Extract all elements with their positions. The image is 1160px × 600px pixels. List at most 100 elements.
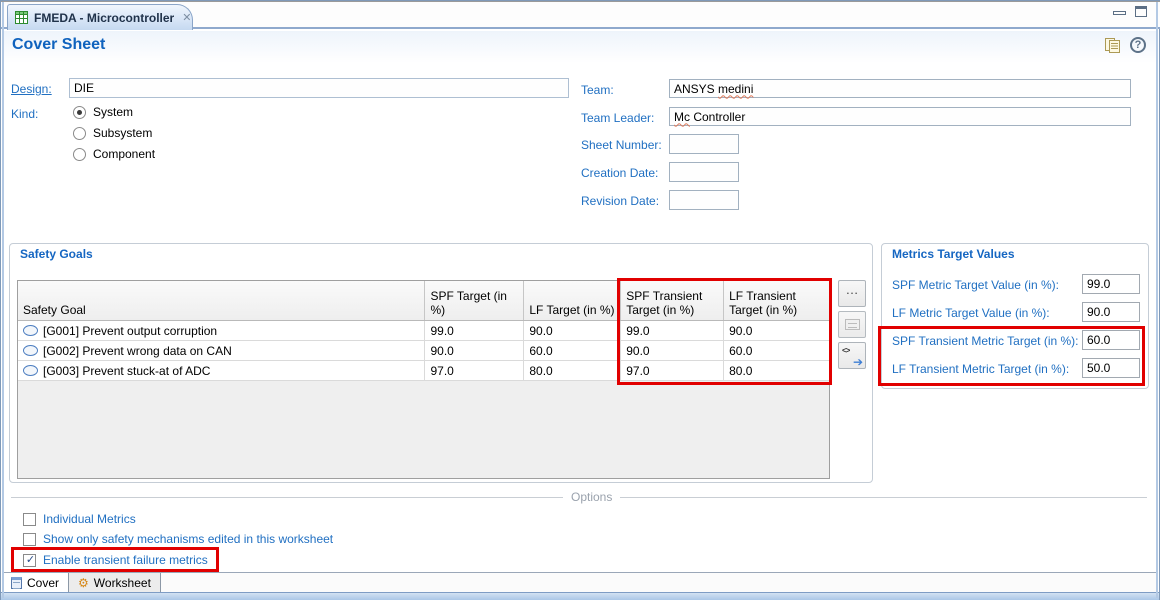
- spf-metric-target-label: SPF Metric Target Value (in %):: [892, 278, 1059, 292]
- creation-date-label: Creation Date:: [581, 166, 658, 180]
- tab-worksheet[interactable]: ⚙ Worksheet: [69, 573, 161, 592]
- safety-goals-table[interactable]: Safety Goal SPF Target (in %) LF Target …: [17, 280, 830, 479]
- safety-goal-icon: [23, 345, 38, 356]
- col-header-lf-target[interactable]: LF Target (in %): [524, 281, 621, 320]
- radio-icon: [73, 127, 86, 140]
- col-header-safety-goal[interactable]: Safety Goal: [18, 281, 425, 320]
- safety-goals-group: Safety Goals Safety Goal SPF Target (in …: [9, 243, 873, 483]
- col-header-lf-transient-target[interactable]: LF Transient Target (in %): [724, 281, 829, 320]
- sync-requirements-button[interactable]: <> ➔: [838, 342, 866, 369]
- metrics-target-values-group: Metrics Target Values SPF Metric Target …: [881, 243, 1149, 389]
- kind-radio-component[interactable]: Component: [73, 147, 155, 161]
- checkbox-label: Individual Metrics: [43, 512, 136, 526]
- cell-spf-transient: 97.0: [621, 361, 724, 380]
- checkbox-enable-transient-failure-metrics[interactable]: Enable transient failure metrics: [23, 553, 208, 567]
- table-row[interactable]: [G002] Prevent wrong data on CAN 90.0 60…: [18, 341, 829, 361]
- team-value-misspelled: medini: [718, 82, 753, 96]
- team-field[interactable]: ANSYS medini: [669, 79, 1131, 98]
- checkbox-icon: [23, 533, 36, 546]
- gear-icon: ⚙: [78, 577, 89, 589]
- lf-metric-target-label: LF Metric Target Value (in %):: [892, 306, 1050, 320]
- col-header-spf-target[interactable]: SPF Target (in %): [425, 281, 524, 320]
- checkbox-individual-metrics[interactable]: Individual Metrics: [23, 512, 136, 526]
- cell-goal: [G001] Prevent output corruption: [18, 321, 425, 340]
- minimize-icon[interactable]: [1113, 11, 1126, 15]
- col-header-spf-transient-target[interactable]: SPF Transient Target (in %): [621, 281, 724, 320]
- page-title: Cover Sheet: [12, 36, 105, 54]
- cell-lf-transient: 90.0: [724, 321, 829, 340]
- checkbox-show-only-safety-mechanisms[interactable]: Show only safety mechanisms edited in th…: [23, 532, 333, 546]
- team-leader-field[interactable]: Mc Controller: [669, 107, 1131, 126]
- revision-date-label: Revision Date:: [581, 194, 659, 208]
- sheet-number-field[interactable]: [669, 134, 739, 154]
- cover-sheet-header: Cover Sheet ?: [4, 31, 1158, 63]
- close-icon[interactable]: ✕: [182, 11, 191, 24]
- radio-label: Subsystem: [93, 126, 152, 140]
- goal-text: [G003] Prevent stuck-at of ADC: [43, 364, 210, 378]
- radio-label: System: [93, 105, 133, 119]
- cell-goal: [G003] Prevent stuck-at of ADC: [18, 361, 425, 380]
- team-leader-label: Team Leader:: [581, 111, 654, 125]
- tab-label: Cover: [27, 576, 59, 590]
- kind-label: Kind:: [11, 107, 38, 121]
- radio-label: Component: [93, 147, 155, 161]
- creation-date-field[interactable]: [669, 162, 739, 182]
- spf-metric-target-field[interactable]: 99.0: [1082, 274, 1140, 294]
- safety-goal-icon: [23, 365, 38, 376]
- design-label[interactable]: Design:: [11, 82, 52, 96]
- safety-goal-icon: [23, 325, 38, 336]
- table-row[interactable]: [G003] Prevent stuck-at of ADC 97.0 80.0…: [18, 361, 829, 381]
- lf-transient-metric-target-label: LF Transient Metric Target (in %):: [892, 362, 1069, 376]
- cell-goal: [G002] Prevent wrong data on CAN: [18, 341, 425, 360]
- cell-lf-transient: 60.0: [724, 341, 829, 360]
- radio-icon: [73, 148, 86, 161]
- copy-sheet-icon[interactable]: [1104, 37, 1121, 54]
- help-icon[interactable]: ?: [1130, 37, 1146, 53]
- tab-cover[interactable]: Cover: [2, 573, 69, 592]
- fmeda-editor-window: FMEDA - Microcontroller ✕ Cover Sheet ? …: [0, 0, 1160, 600]
- checkbox-label: Enable transient failure metrics: [43, 553, 208, 567]
- code-icon: <>: [842, 346, 849, 355]
- cell-lf: 60.0: [524, 341, 621, 360]
- cell-spf: 97.0: [425, 361, 524, 380]
- edit-description-button[interactable]: [838, 311, 866, 338]
- status-strip: [1, 592, 1159, 600]
- lf-transient-metric-target-field[interactable]: 50.0: [1082, 358, 1140, 378]
- revision-date-field[interactable]: [669, 190, 739, 210]
- sheet-tab-bar: Cover ⚙ Worksheet: [2, 572, 1158, 592]
- more-options-button[interactable]: …: [838, 280, 866, 307]
- cell-spf: 99.0: [425, 321, 524, 340]
- cell-spf-transient: 99.0: [621, 321, 724, 340]
- table-icon: [15, 11, 28, 24]
- lf-metric-target-field[interactable]: 90.0: [1082, 302, 1140, 322]
- kind-radio-subsystem[interactable]: Subsystem: [73, 126, 152, 140]
- tab-label: Worksheet: [94, 576, 151, 590]
- team-leader-value: Controller: [690, 110, 745, 124]
- design-field[interactable]: DIE: [69, 78, 569, 98]
- options-separator-label: Options: [563, 490, 620, 504]
- description-icon: [845, 319, 860, 330]
- checkbox-icon: [23, 554, 36, 567]
- cell-lf: 90.0: [524, 321, 621, 340]
- kind-radio-system[interactable]: System: [73, 105, 133, 119]
- cell-lf: 80.0: [524, 361, 621, 380]
- editor-tab-strip: FMEDA - Microcontroller ✕: [1, 1, 1160, 29]
- safety-goals-title: Safety Goals: [20, 247, 93, 261]
- cell-spf: 90.0: [425, 341, 524, 360]
- team-label: Team:: [581, 83, 614, 97]
- checkbox-label: Show only safety mechanisms edited in th…: [43, 532, 333, 546]
- cover-sheet-icon: [11, 577, 22, 589]
- editor-tab-fmeda-microcontroller[interactable]: FMEDA - Microcontroller ✕: [7, 4, 193, 30]
- editor-tab-title: FMEDA - Microcontroller: [34, 11, 174, 25]
- goal-text: [G001] Prevent output corruption: [43, 324, 217, 338]
- team-value: ANSYS: [674, 82, 718, 96]
- maximize-icon[interactable]: [1135, 6, 1147, 17]
- metrics-title: Metrics Target Values: [892, 247, 1015, 261]
- cell-spf-transient: 90.0: [621, 341, 724, 360]
- sheet-number-label: Sheet Number:: [581, 138, 662, 152]
- table-row[interactable]: [G001] Prevent output corruption 99.0 90…: [18, 321, 829, 341]
- goal-text: [G002] Prevent wrong data on CAN: [43, 344, 232, 358]
- ellipsis-icon: …: [846, 286, 859, 301]
- radio-icon: [73, 106, 86, 119]
- spf-transient-metric-target-field[interactable]: 60.0: [1082, 330, 1140, 350]
